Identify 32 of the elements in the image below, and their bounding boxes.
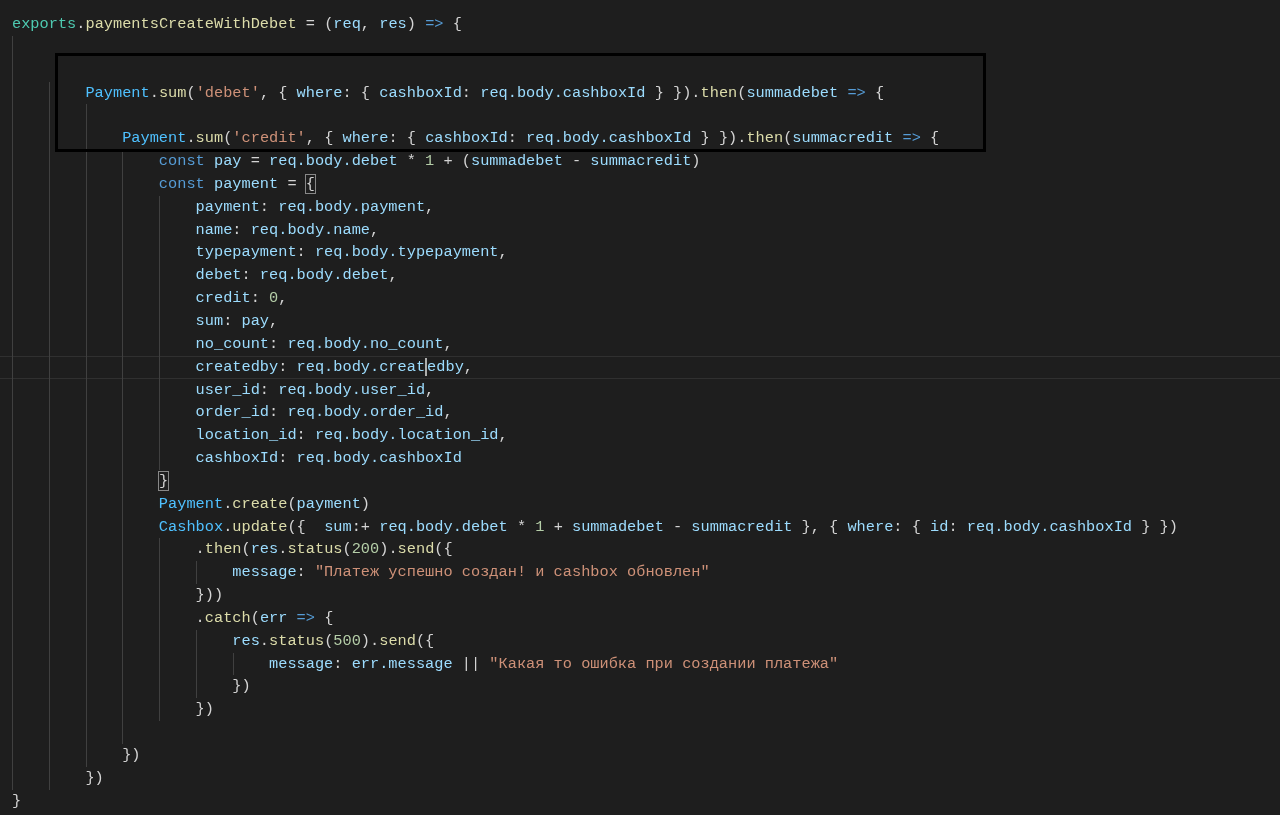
code-line: location_id: req.body.location_id, [194,425,508,447]
code-line: } [12,790,22,812]
code-line: .catch(err => { [194,607,334,629]
code-line: }) [121,745,141,766]
code-line: res.status(500).send({ [231,630,435,652]
code-line: sum: pay, [194,310,279,332]
code-line: Payment.sum('debet', { where: { cashboxId: req.body.cashboxId } }).then(summadebet => { [84,82,885,104]
code-line: } [157,470,169,492]
code-line: }) [231,676,251,698]
code-line: payment: req.body.payment, [194,196,435,218]
code-line: name: req.body.name, [194,219,380,241]
code-line: .then(res.status(200).send({ [194,539,453,561]
code-line: no_count: req.body.no_count, [194,333,453,355]
code-line: order_id: req.body.order_id, [194,402,453,424]
code-line: message: err.message || "Какая то ошибка при создании платежа" [268,653,839,675]
code-line: typepayment: req.body.typepayment, [194,242,508,264]
code-line: message: "Платеж успешно создан! и cashbox обновлен" [231,562,710,584]
code-line: const payment = { [157,173,315,195]
code-line: credit: 0, [194,288,288,310]
code-line: cashboxId: req.body.cashboxId [194,448,462,470]
code-line: debet: req.body.debet, [194,265,398,287]
code-line: Payment.create(payment) [157,493,371,515]
code-line: }) [194,699,214,721]
code-line: })) [194,585,224,607]
code-line: }) [84,767,104,789]
code-line: exports.paymentsCreateWithDebet = (req, res) => { [12,14,462,35]
code-line: createdby: req.body.creat edby, [194,356,473,378]
code-line: Cashbox.update({ sum:+ req.body.debet * 1 + summadebet - summacredit }, { where: { id: req.body.cashboxId } }) [157,516,1178,538]
code-line: Payment.sum('credit', { where: { cashboxId: req.body.cashboxId } }).then(summacredit => { [121,128,940,150]
text-cursor [425,357,428,376]
code-line: const pay = req.body.debet * 1 + (summadebet - summacredit) [157,151,701,173]
code-line: user_id: req.body.user_id, [194,379,435,401]
